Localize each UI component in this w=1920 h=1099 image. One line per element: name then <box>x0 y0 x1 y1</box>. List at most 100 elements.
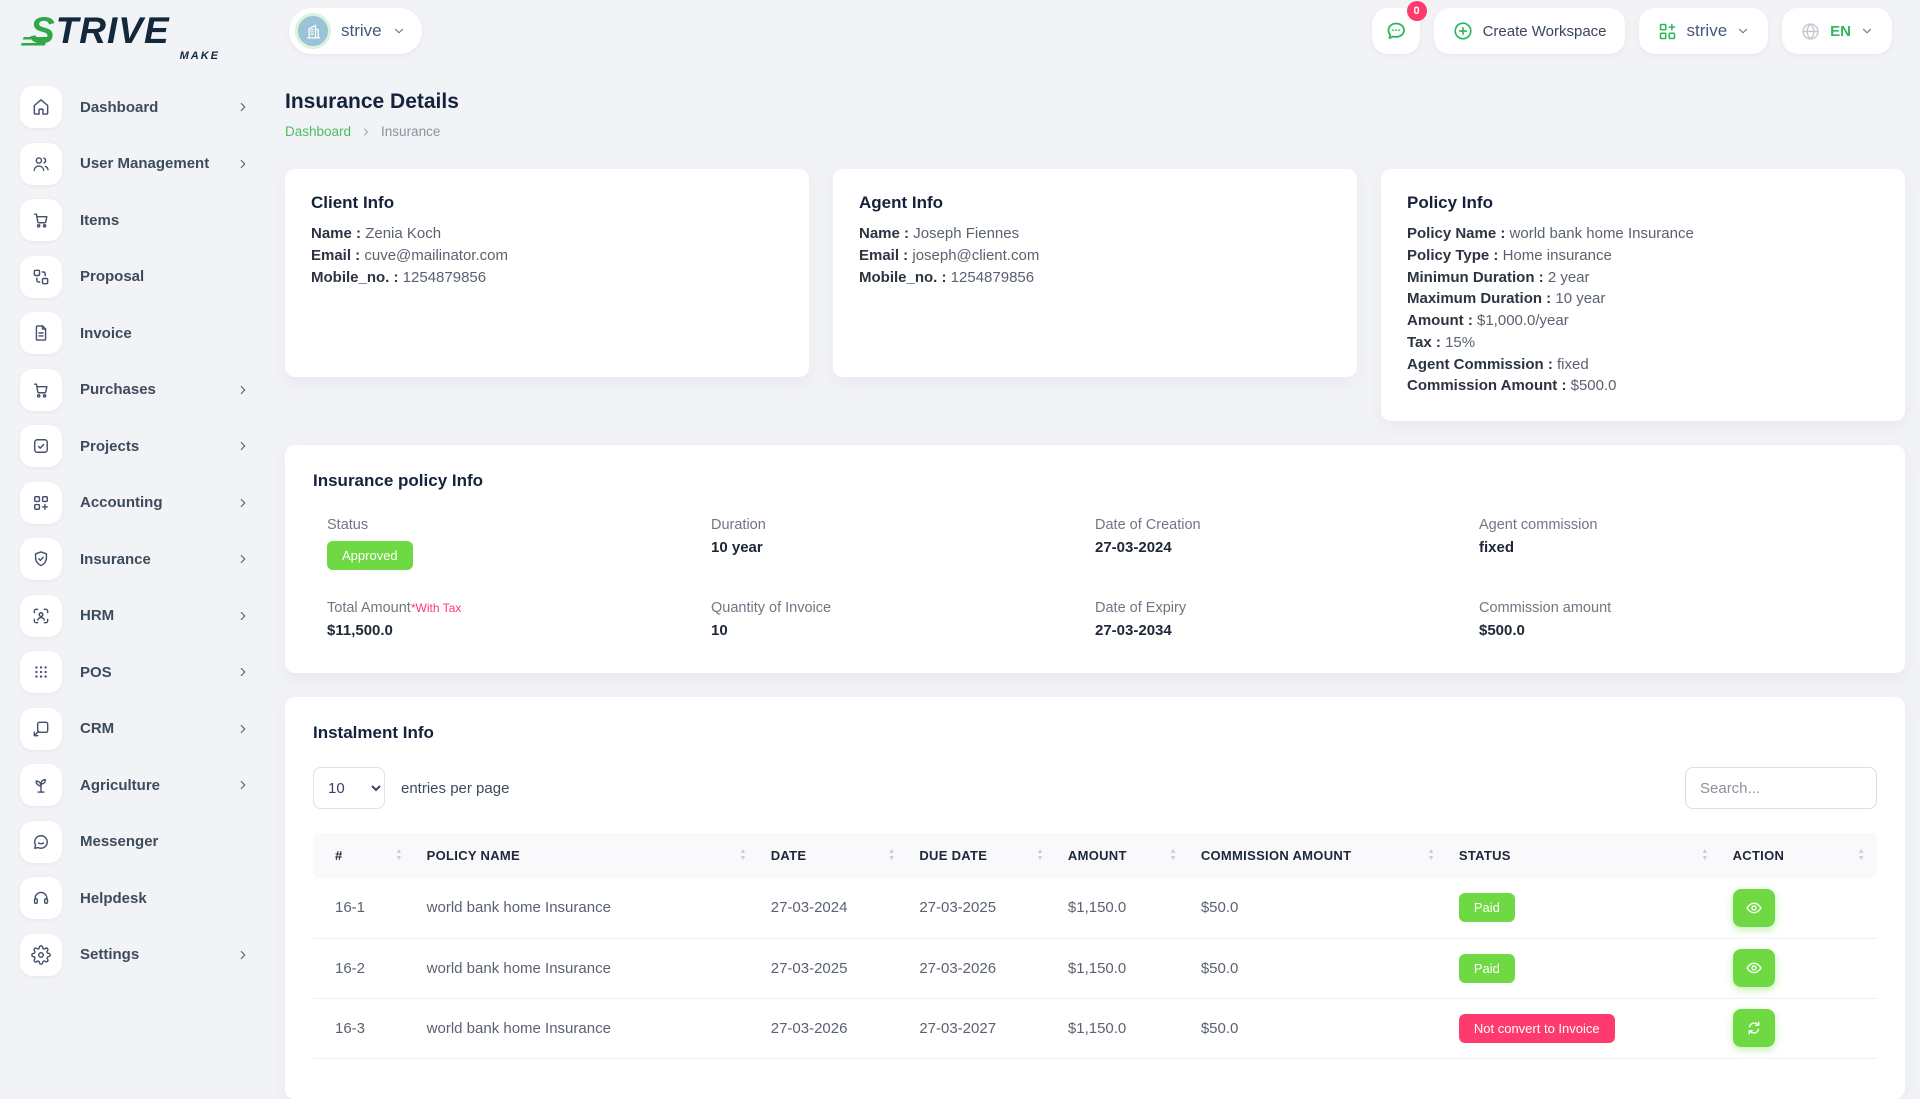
grid-plus-icon <box>1657 21 1678 42</box>
agent-name: Name :Joseph Fiennes <box>859 223 1331 245</box>
policy-info-card: Policy Info Policy Name :world bank home… <box>1381 169 1905 421</box>
status-badge-paid: Paid <box>1459 893 1515 922</box>
instalment-policy-name: world bank home Insurance <box>415 878 759 938</box>
file-icon <box>20 312 62 354</box>
check-square-icon <box>20 425 62 467</box>
view-invoice-button[interactable] <box>1733 889 1775 927</box>
breadcrumb-dashboard-link[interactable]: Dashboard <box>285 124 351 139</box>
policy-min-duration: Minimun Duration :2 year <box>1407 267 1879 289</box>
workspace-switcher[interactable]: strive <box>1639 8 1769 54</box>
column-header-policy-name[interactable]: POLICY NAME▲▼ <box>415 833 759 878</box>
sidebar-item-purchases[interactable]: Purchases <box>20 369 250 411</box>
instalment-amount: $1,150.0 <box>1056 878 1189 938</box>
sort-icon: ▲▼ <box>383 849 402 863</box>
sidebar-item-helpdesk[interactable]: Helpdesk <box>20 877 250 919</box>
sidebar-item-user-management[interactable]: User Management <box>20 143 250 185</box>
column-header-due-date[interactable]: DUE DATE▲▼ <box>907 833 1056 878</box>
sidebar-item-pos[interactable]: POS <box>20 651 250 693</box>
instalment-due-date: 27-03-2025 <box>907 878 1056 938</box>
policy-agent-commission: Agent Commission :fixed <box>1407 354 1879 376</box>
messages-button[interactable]: 0 <box>1372 8 1420 54</box>
sidebar-item-invoice[interactable]: Invoice <box>20 312 250 354</box>
column-header-status[interactable]: STATUS▲▼ <box>1447 833 1721 878</box>
view-invoice-button[interactable] <box>1733 949 1775 987</box>
column-header-index[interactable]: #▲▼ <box>313 833 415 878</box>
chevron-right-icon <box>236 722 250 736</box>
message-circle-icon <box>20 821 62 863</box>
language-selector[interactable]: EN <box>1782 8 1892 54</box>
cart-icon <box>20 369 62 411</box>
instalment-commission: $50.0 <box>1189 878 1447 938</box>
client-mobile: Mobile_no. :1254879856 <box>311 267 783 289</box>
sort-icon: ▲▼ <box>1025 849 1044 863</box>
agent-info-title: Agent Info <box>859 193 1331 213</box>
sidebar-item-agriculture[interactable]: Agriculture <box>20 764 250 806</box>
plant-icon <box>20 764 62 806</box>
with-tax-note: *With Tax <box>411 601 461 615</box>
instalment-id: 16-2 <box>313 938 415 998</box>
building-icon <box>304 22 323 41</box>
summary-date-of-expiry: Date of Expiry 27-03-2034 <box>1095 600 1479 639</box>
language-code: EN <box>1830 23 1851 40</box>
category-plus-icon <box>20 482 62 524</box>
table-row: 16-2 world bank home Insurance 27-03-202… <box>313 938 1877 998</box>
summary-quantity-of-invoice: Quantity of Invoice 10 <box>711 600 1095 639</box>
instalment-id: 16-1 <box>313 878 415 938</box>
home-icon <box>20 86 62 128</box>
search-input[interactable] <box>1685 767 1877 809</box>
sort-icon: ▲▼ <box>876 849 895 863</box>
agent-email: Email :joseph@client.com <box>859 245 1331 267</box>
shield-check-icon <box>20 538 62 580</box>
summary-agent-commission: Agent commission fixed <box>1479 517 1863 570</box>
user-scan-icon <box>20 595 62 637</box>
refresh-icon <box>1745 1019 1763 1037</box>
column-header-commission-amount[interactable]: COMMISSION AMOUNT▲▼ <box>1189 833 1447 878</box>
instalment-commission: $50.0 <box>1189 998 1447 1058</box>
chevron-down-icon <box>392 24 406 38</box>
summary-status: Status Approved <box>327 517 711 570</box>
sidebar-item-accounting[interactable]: Accounting <box>20 482 250 524</box>
table-header-row: #▲▼ POLICY NAME▲▼ DATE▲▼ DUE DATE▲▼ AMOU… <box>313 833 1877 878</box>
chevron-right-icon <box>236 948 250 962</box>
sidebar-item-insurance[interactable]: Insurance <box>20 538 250 580</box>
messages-count-badge: 0 <box>1407 1 1427 21</box>
column-header-date[interactable]: DATE▲▼ <box>759 833 908 878</box>
convert-to-invoice-button[interactable] <box>1733 1009 1775 1047</box>
policy-name: Policy Name :world bank home Insurance <box>1407 223 1879 245</box>
chevron-right-icon <box>236 552 250 566</box>
workspace-name: strive <box>341 21 382 41</box>
sidebar-item-items[interactable]: Items <box>20 199 250 241</box>
workspace-selector[interactable]: strive <box>289 8 422 54</box>
logo-text: TRIVE <box>56 12 170 49</box>
sidebar-item-dashboard[interactable]: Dashboard <box>20 86 250 128</box>
policy-commission-amount: Commission Amount :$500.0 <box>1407 375 1879 397</box>
entries-per-page-select[interactable]: 10 <box>313 767 385 809</box>
table-row: 16-1 world bank home Insurance 27-03-202… <box>313 878 1877 938</box>
sidebar-item-settings[interactable]: Settings <box>20 934 250 976</box>
box-arrow-icon <box>20 708 62 750</box>
dots-grid-icon <box>20 651 62 693</box>
client-email: Email :cuve@mailinator.com <box>311 245 783 267</box>
instalment-amount: $1,150.0 <box>1056 938 1189 998</box>
sidebar-item-hrm[interactable]: HRM <box>20 595 250 637</box>
sidebar: Dashboard User Management Items Proposal… <box>0 72 268 1080</box>
plus-circle-icon <box>1452 20 1474 42</box>
column-header-action[interactable]: ACTION▲▼ <box>1721 833 1877 878</box>
create-workspace-button[interactable]: Create Workspace <box>1434 8 1625 54</box>
sidebar-item-crm[interactable]: CRM <box>20 708 250 750</box>
summary-total-amount: Total Amount*With Tax $11,500.0 <box>327 600 711 639</box>
column-header-amount[interactable]: AMOUNT▲▼ <box>1056 833 1189 878</box>
chevron-down-icon <box>1736 24 1750 38</box>
app-logo: STRIVE MAKE <box>30 12 220 62</box>
sidebar-item-messenger[interactable]: Messenger <box>20 821 250 863</box>
sidebar-item-projects[interactable]: Projects <box>20 425 250 467</box>
chevron-down-icon <box>1860 24 1874 38</box>
sidebar-item-proposal[interactable]: Proposal <box>20 256 250 298</box>
headset-icon <box>20 877 62 919</box>
status-badge: Approved <box>327 541 413 570</box>
logo-letter-s: S <box>30 12 56 49</box>
instalment-due-date: 27-03-2026 <box>907 938 1056 998</box>
instalment-amount: $1,150.0 <box>1056 998 1189 1058</box>
create-workspace-label: Create Workspace <box>1483 23 1607 40</box>
chevron-right-icon <box>236 609 250 623</box>
